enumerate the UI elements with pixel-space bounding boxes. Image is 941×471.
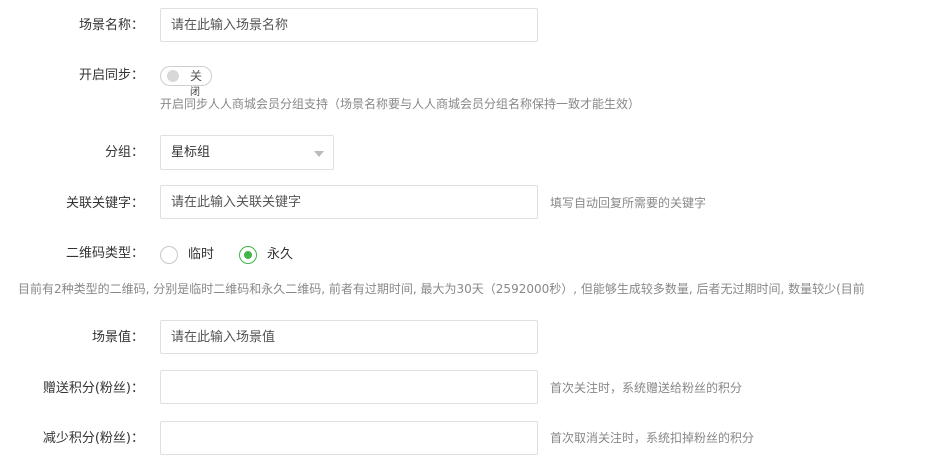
radio-permanent[interactable]: 永久 [239, 245, 299, 265]
reduce-points-help-text: 首次取消关注时，系统扣掉粉丝的积分 [550, 431, 755, 445]
radio-temporary[interactable]: 临时 [160, 245, 220, 265]
group-label: 分组： [104, 145, 144, 160]
qr-type-label: 二维码类型： [65, 246, 144, 261]
toggle-knob [167, 70, 179, 82]
scene-value-label: 场景值： [91, 330, 144, 345]
sync-toggle[interactable]: 关 [160, 66, 212, 86]
scene-name-label: 场景名称： [78, 18, 144, 33]
keyword-label: 关联关键字： [65, 196, 144, 211]
keyword-input[interactable] [160, 185, 538, 219]
gift-points-input[interactable] [160, 370, 538, 404]
scene-name-input[interactable] [160, 8, 538, 42]
toggle-state-text: 关 [190, 69, 203, 83]
reduce-points-input[interactable] [160, 421, 538, 455]
radio-permanent-circle [239, 246, 257, 264]
radio-permanent-label: 永久 [267, 247, 294, 262]
sync-label: 开启同步： [78, 68, 144, 83]
radio-temporary-label: 临时 [188, 247, 215, 262]
gift-points-help-text: 首次关注时，系统赠送给粉丝的积分 [550, 381, 743, 395]
qr-type-note: 目前有2种类型的二维码, 分别是临时二维码和永久二维码, 前者有过期时间, 最大… [18, 282, 865, 296]
sync-help-text: 开启同步人人商城会员分组支持（场景名称要与人人商城会员分组名称保持一致才能生效） [160, 97, 641, 111]
keyword-help-text: 填写自动回复所需要的关键字 [550, 196, 707, 210]
gift-points-label: 赠送积分(粉丝)： [42, 381, 144, 396]
scene-value-input[interactable] [160, 320, 538, 354]
radio-temporary-circle [160, 246, 178, 264]
chevron-down-icon [314, 151, 324, 157]
reduce-points-label: 减少积分(粉丝)： [42, 431, 144, 446]
group-selected-value: 星标组 [171, 145, 211, 160]
group-select[interactable]: 星标组 [160, 135, 334, 170]
